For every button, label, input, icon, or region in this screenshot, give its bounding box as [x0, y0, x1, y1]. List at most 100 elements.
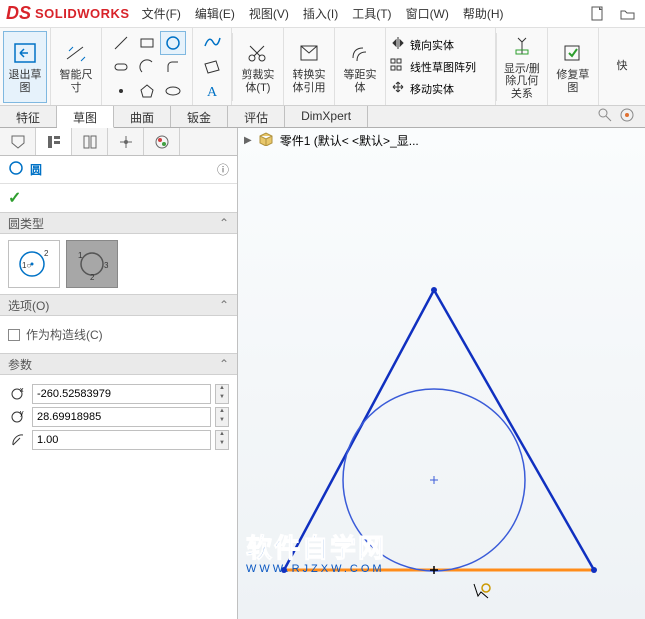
tab-dimxpert[interactable]: DimXpert: [285, 106, 368, 127]
pm-tab-feature[interactable]: [0, 128, 36, 155]
watermark-line2: WWW.RJZXW.COM: [246, 563, 386, 575]
section-circle-type-label: 圆类型: [8, 215, 44, 232]
svg-text:1: 1: [78, 251, 83, 260]
svg-text:y: y: [20, 410, 24, 417]
offset-label: 等距实体: [339, 69, 381, 93]
search-icon[interactable]: [597, 107, 613, 126]
vertex-top[interactable]: [431, 287, 437, 293]
pm-tab-dim[interactable]: [108, 128, 144, 155]
pattern-label[interactable]: 线性草图阵列: [410, 59, 476, 75]
text-tool[interactable]: A: [199, 81, 225, 105]
cx-icon: x: [8, 384, 28, 404]
svg-text:1○: 1○: [22, 261, 31, 270]
trim-button[interactable]: 剪裁实体(T): [236, 31, 280, 103]
ellipse-tool[interactable]: [160, 79, 186, 103]
spinner[interactable]: ▲▼: [215, 384, 229, 404]
triangle-right-edge[interactable]: [434, 290, 594, 570]
move-icon: [390, 80, 406, 97]
menu-items: 文件(F) 编辑(E) 视图(V) 插入(I) 工具(T) 窗口(W) 帮助(H…: [142, 5, 504, 22]
slot-tool[interactable]: [108, 55, 134, 79]
ok-check-icon[interactable]: ✓: [8, 188, 21, 208]
arc-tool[interactable]: [134, 55, 160, 79]
tab-sheetmetal[interactable]: 钣金: [171, 106, 228, 127]
menu-help[interactable]: 帮助(H): [463, 5, 504, 22]
trim-group: 剪裁实体(T): [233, 28, 284, 105]
param-cx-row: x ▲▼: [8, 384, 229, 404]
app-logo: DS SOLIDWORKS: [6, 3, 130, 24]
breadcrumb: ▶ 零件1 (默认< <默认>_显...: [238, 128, 645, 152]
property-manager: 圆 ⓘ ✓ 圆类型 ⌃ 1○2 132 选项(O) ⌃ 作为构造线(C): [0, 128, 238, 619]
tab-feature[interactable]: 特征: [0, 106, 57, 127]
menu-insert[interactable]: 插入(I): [303, 5, 338, 22]
spinner[interactable]: ▲▼: [215, 407, 229, 427]
menu-edit[interactable]: 编辑(E): [195, 5, 235, 22]
watermark: 软件自学网 WWW.RJZXW.COM: [246, 528, 386, 575]
section-params[interactable]: 参数 ⌃: [0, 353, 237, 375]
tab-surface[interactable]: 曲面: [114, 106, 171, 127]
menu-file[interactable]: 文件(F): [142, 5, 181, 22]
cursor-circle-icon: [474, 584, 490, 598]
section-circle-type[interactable]: 圆类型 ⌃: [0, 212, 237, 234]
repair-icon: [558, 39, 588, 67]
breadcrumb-arrow-icon[interactable]: ▶: [244, 135, 252, 146]
tab-sketch[interactable]: 草图: [57, 106, 114, 128]
repair-button[interactable]: 修复草图: [551, 31, 595, 103]
offset-button[interactable]: 等距实体: [338, 31, 382, 103]
section-options-label: 选项(O): [8, 297, 49, 314]
param-r-row: ▲▼: [8, 430, 229, 450]
plane-tool[interactable]: [199, 55, 225, 79]
exit-sketch-button[interactable]: 退出草图: [3, 31, 47, 103]
pm-confirm-row: ✓: [0, 184, 237, 212]
rect-tool[interactable]: [134, 31, 160, 55]
watermark-line1: 软件自学网: [246, 528, 386, 565]
menu-window[interactable]: 窗口(W): [406, 5, 449, 22]
section-options[interactable]: 选项(O) ⌃: [0, 294, 237, 316]
help-icon[interactable]: ⓘ: [217, 161, 229, 178]
menu-view[interactable]: 视图(V): [249, 5, 289, 22]
circle-center-radius[interactable]: 1○ 2: [8, 240, 60, 288]
smart-dimension-button[interactable]: 智能尺寸: [54, 31, 98, 103]
circle-perimeter[interactable]: 1 32: [66, 240, 118, 288]
param-cy-input[interactable]: [32, 407, 211, 427]
checkbox-unchecked-icon[interactable]: [8, 329, 20, 341]
open-doc-icon[interactable]: [617, 3, 639, 25]
chevron-up-icon: ⌃: [219, 357, 229, 371]
spline-tool[interactable]: [199, 29, 225, 53]
fillet-tool[interactable]: [160, 55, 186, 79]
point-tool[interactable]: [108, 79, 134, 103]
spinner[interactable]: ▲▼: [215, 430, 229, 450]
pm-tab-property[interactable]: [36, 128, 72, 155]
new-doc-icon[interactable]: [587, 3, 609, 25]
smart-dim-group: 智能尺寸: [51, 28, 102, 105]
convert-button[interactable]: 转换实体引用: [287, 31, 331, 103]
pm-tab-config[interactable]: [72, 128, 108, 155]
param-r-input[interactable]: [32, 430, 211, 450]
chevron-up-icon: ⌃: [219, 216, 229, 230]
pattern-icon: [390, 58, 406, 75]
svg-text:3: 3: [104, 261, 109, 270]
section-params-label: 参数: [8, 356, 32, 373]
exit-sketch-icon: [10, 39, 40, 67]
svg-text:2: 2: [44, 249, 49, 258]
param-cx-input[interactable]: [32, 384, 211, 404]
circle-type-options: 1○2 132: [8, 240, 229, 288]
polygon-tool[interactable]: [134, 79, 160, 103]
construction-option[interactable]: 作为构造线(C): [8, 322, 229, 347]
mirror-label[interactable]: 镜向实体: [410, 37, 454, 53]
relations-button[interactable]: 显示/删除几何关系: [500, 31, 544, 103]
menu-tools[interactable]: 工具(T): [352, 5, 391, 22]
relations-icon: [507, 33, 537, 61]
vertex-right[interactable]: [591, 567, 597, 573]
relations-label: 显示/删除几何关系: [501, 63, 543, 99]
move-label[interactable]: 移动实体: [410, 81, 454, 97]
mirror-icon: [390, 36, 406, 53]
tab-evaluate[interactable]: 评估: [228, 106, 285, 127]
line-tool[interactable]: [108, 31, 134, 55]
svg-text:2: 2: [90, 273, 95, 282]
appearance-icon[interactable]: [619, 107, 635, 126]
pm-tab-appear[interactable]: [144, 128, 180, 155]
chevron-up-icon: ⌃: [219, 298, 229, 312]
part-name[interactable]: 零件1 (默认< <默认>_显...: [280, 132, 419, 149]
part-icon: [258, 132, 274, 149]
circle-tool[interactable]: [160, 31, 186, 55]
